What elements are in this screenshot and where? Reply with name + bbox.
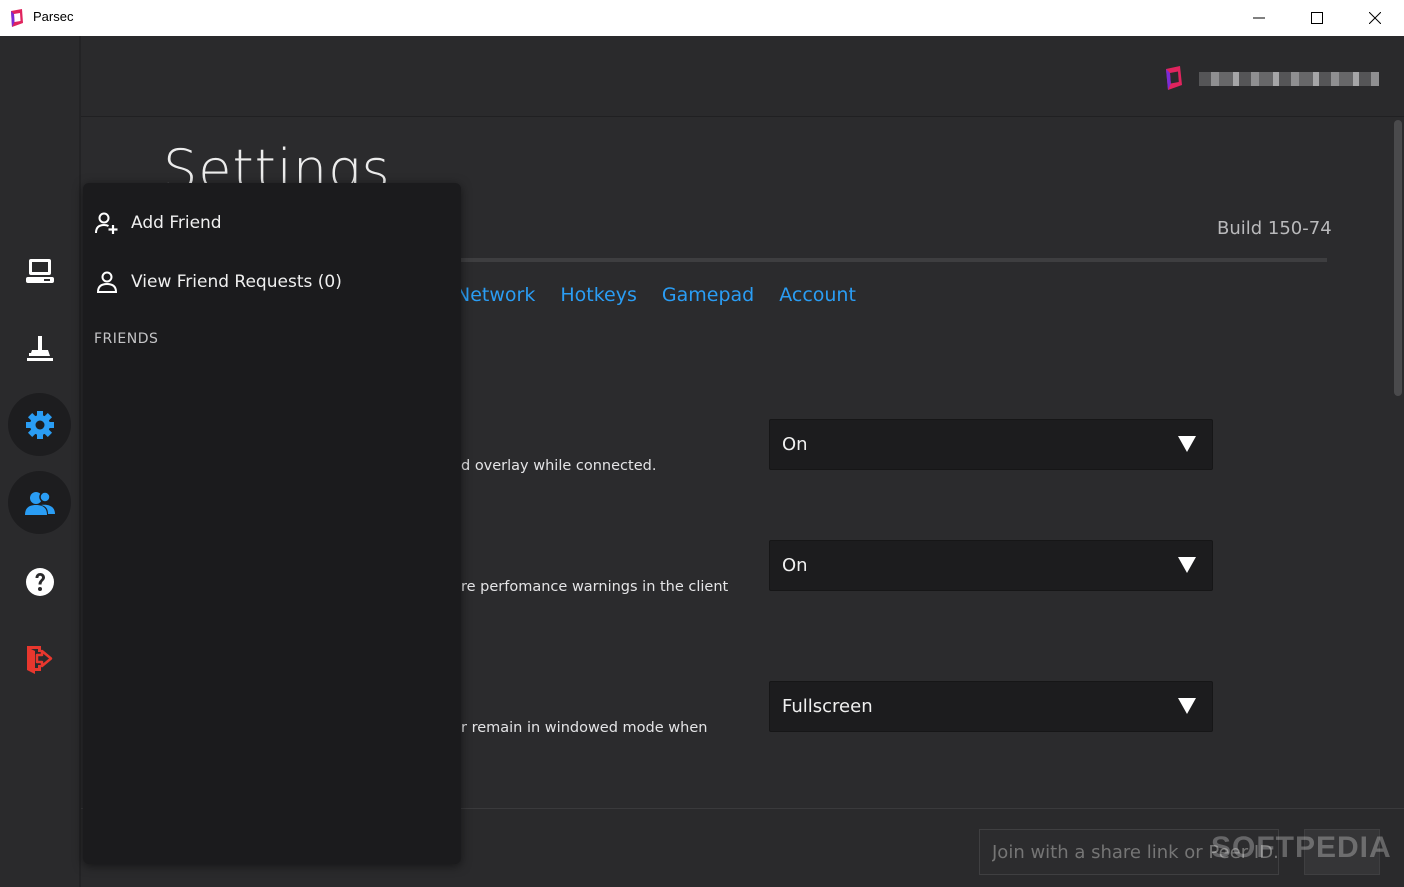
parsec-user-logo-icon: [1166, 66, 1182, 90]
select-value: On: [782, 434, 808, 455]
tab-account[interactable]: Account: [779, 284, 856, 306]
add-user-icon: [95, 212, 118, 234]
sidebar-item-friends[interactable]: [8, 471, 71, 534]
select-value: On: [782, 555, 808, 576]
dropdown-arrow-icon: [1178, 436, 1196, 452]
close-button[interactable]: [1352, 0, 1398, 36]
join-button[interactable]: [1304, 829, 1380, 875]
add-friend-button[interactable]: Add Friend: [95, 211, 222, 235]
view-friend-requests-label: View Friend Requests (0): [131, 272, 342, 292]
help-icon: [25, 567, 54, 596]
join-peer-input[interactable]: [979, 829, 1279, 875]
friends-icon: [24, 490, 55, 515]
select-value: Fullscreen: [782, 696, 873, 717]
friends-panel: Add Friend View Friend Requests (0) FRIE…: [83, 183, 461, 864]
user-icon: [96, 271, 118, 293]
tab-network[interactable]: Network: [456, 284, 535, 306]
sidebar-item-arcade[interactable]: [8, 316, 71, 379]
minimize-icon: [1253, 17, 1265, 19]
view-friend-requests-button[interactable]: View Friend Requests (0): [95, 270, 342, 294]
settings-tabs: Network Hotkeys Gamepad Account: [456, 284, 856, 306]
tab-gamepad[interactable]: Gamepad: [662, 284, 754, 306]
maximize-button[interactable]: [1294, 0, 1340, 36]
friends-heading: FRIENDS: [94, 331, 159, 347]
sidebar-item-help[interactable]: [8, 550, 71, 613]
username-redacted: [1199, 72, 1379, 86]
sidebar: [0, 36, 79, 887]
setting-description: r remain in windowed mode when: [461, 720, 708, 736]
close-icon: [1369, 12, 1381, 24]
minimize-button[interactable]: [1236, 0, 1282, 36]
gear-icon: [25, 410, 54, 439]
dropdown-arrow-icon: [1178, 698, 1196, 714]
maximize-icon: [1311, 12, 1323, 24]
build-version: Build 150-74: [1217, 218, 1332, 239]
parsec-logo-icon: [11, 9, 23, 27]
logout-icon: [26, 645, 52, 674]
scrollbar[interactable]: [1394, 120, 1402, 396]
joystick-icon: [26, 335, 53, 361]
sidebar-item-settings[interactable]: [8, 393, 71, 456]
setting-description: d overlay while connected.: [461, 458, 657, 474]
setting-select-warnings[interactable]: On: [769, 540, 1213, 591]
sidebar-item-computers[interactable]: [8, 239, 71, 302]
dropdown-arrow-icon: [1178, 557, 1196, 573]
setting-description: re perfomance warnings in the client: [461, 579, 729, 595]
computer-icon: [25, 258, 54, 283]
sidebar-item-logout[interactable]: [8, 627, 71, 690]
title-bar: Parsec: [0, 0, 1404, 36]
setting-select-window-mode[interactable]: Fullscreen: [769, 681, 1213, 732]
header-bar: [81, 36, 1404, 117]
setting-select-overlay[interactable]: On: [769, 419, 1213, 470]
add-friend-label: Add Friend: [131, 213, 222, 233]
tab-hotkeys[interactable]: Hotkeys: [560, 284, 637, 306]
window-title: Parsec: [33, 9, 74, 24]
